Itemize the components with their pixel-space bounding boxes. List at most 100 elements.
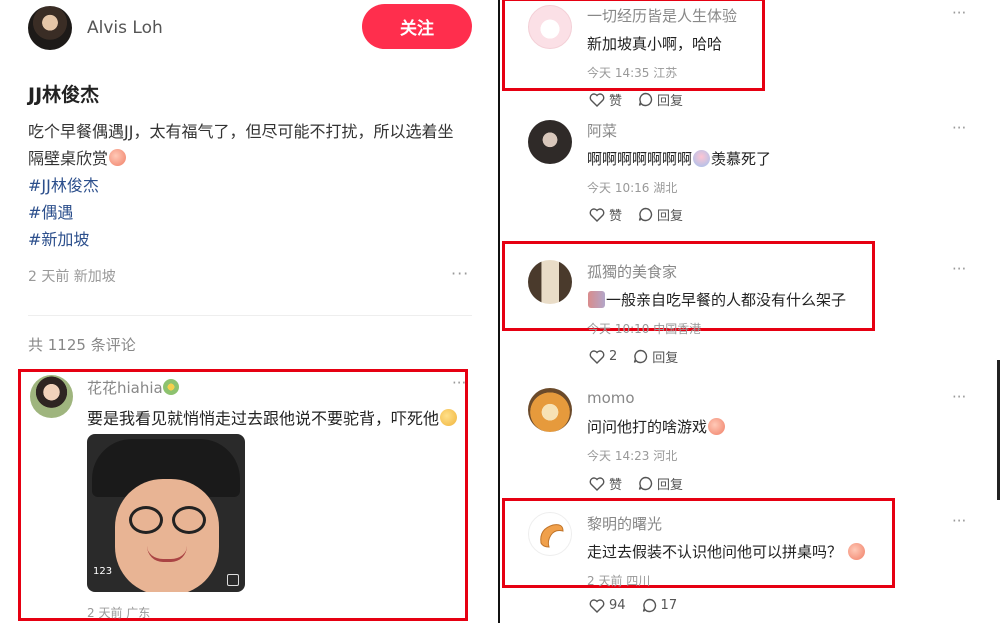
more-options-icon[interactable]: ··· (952, 388, 966, 406)
more-options-icon[interactable]: ··· (451, 264, 469, 283)
comment-text: 问问他打的啥游戏 (587, 416, 726, 437)
book-emoji-icon (588, 291, 605, 308)
author-name[interactable]: Alvis Loh (87, 18, 163, 38)
commenter-avatar[interactable] (528, 260, 572, 304)
hashtag-link[interactable]: #JJ林俊杰 (28, 172, 99, 199)
reply-bubble-icon (634, 349, 648, 364)
more-options-icon[interactable]: ··· (952, 119, 966, 137)
reply-bubble-icon (638, 92, 653, 107)
comment-text: 新加坡真小啊，哈哈 (587, 35, 723, 53)
hashtag-link[interactable]: #偶遇 (28, 199, 99, 226)
like-button[interactable]: 94 (589, 598, 626, 613)
commenter-avatar[interactable] (528, 512, 572, 556)
reply-bubble-icon (638, 207, 653, 222)
comment-text: 啊啊啊啊啊啊啊 羡慕死了 (587, 148, 771, 169)
hashtag-link[interactable]: #新加坡 (28, 226, 99, 253)
reply-button[interactable]: 17 (642, 598, 678, 613)
comment-list-panel: 一切经历皆是人生体验 ··· 新加坡真小啊，哈哈 今天 14:35 江苏 赞 回… (500, 0, 1000, 623)
peach-emoji-icon (708, 418, 726, 435)
comment-time-location: 今天 14:35 江苏 (587, 66, 678, 80)
like-button[interactable]: 赞 (589, 474, 622, 493)
reply-label: 回复 (652, 351, 679, 366)
note-detail-panel: Alvis Loh 关注 JJ林俊杰 吃个早餐偶遇JJ，太有福气了，但尽可能不打… (0, 0, 498, 623)
author-row[interactable]: Alvis Loh (28, 6, 163, 50)
comment-time-location: 2 天前 广东 (87, 606, 151, 620)
commenter-name[interactable]: momo (587, 389, 635, 407)
peach-emoji-icon (848, 543, 866, 560)
reply-bubble-icon (638, 476, 653, 491)
follow-button[interactable]: 关注 (362, 4, 472, 49)
commenter-name[interactable]: 黎明的曙光 (587, 513, 662, 534)
commenter-name-text[interactable]: 花花hiahia (87, 379, 163, 397)
comment-text-content: 走过去假装不认识他问他可以拼桌吗？ (587, 543, 843, 561)
comment-text: 要是我看见就悄悄走过去跟他说不要驼背，吓死他 (87, 405, 458, 429)
flower-badge-icon (162, 379, 179, 395)
expand-icon[interactable] (227, 574, 239, 586)
comment-text-content: 要是我看见就悄悄走过去跟他说不要驼背，吓死他 (87, 409, 440, 428)
reply-count: 17 (660, 598, 678, 613)
croissant-icon (540, 524, 564, 548)
reply-button[interactable]: 回复 (633, 347, 678, 366)
like-button[interactable]: 2 (589, 349, 617, 364)
note-description-text: 吃个早餐偶遇JJ，太有福气了，但尽可能不打扰，所以选着坐隔壁桌欣赏 (28, 122, 454, 168)
commenter-avatar[interactable] (528, 5, 572, 49)
comment-actions: 赞 回复 (589, 474, 699, 493)
commenter-name[interactable]: 阿菜 (587, 120, 617, 141)
comment-actions: 赞 回复 (589, 90, 699, 109)
note-title: JJ林俊杰 (28, 84, 100, 106)
reply-button[interactable]: 回复 (638, 90, 683, 109)
commenter-name[interactable]: 花花hiahia (87, 377, 179, 398)
divider (28, 315, 472, 316)
more-options-icon[interactable]: ··· (452, 374, 466, 392)
author-avatar[interactable] (28, 6, 72, 50)
comment-text-content: 问问他打的啥游戏 (587, 418, 708, 436)
comment-time-location: 今天 10:16 湖北 (587, 181, 678, 195)
like-button[interactable]: 赞 (589, 90, 622, 109)
post-time-location: 2 天前 新加坡 (28, 269, 116, 285)
peach-emoji-icon (109, 149, 127, 166)
envious-emoji-icon (693, 150, 711, 167)
like-count: 2 (609, 349, 618, 364)
image-badge: 123 (93, 566, 113, 577)
comment-text-content: 一般亲自吃早餐的人都没有什么架子 (606, 291, 847, 309)
comment-text-content: 羡慕死了 (711, 150, 772, 168)
like-label: 赞 (609, 478, 623, 493)
more-options-icon[interactable]: ··· (952, 512, 966, 530)
commenter-name[interactable]: 孤獨的美食家 (587, 261, 677, 282)
comment-text: 一般亲自吃早餐的人都没有什么架子 (587, 289, 846, 310)
comment-actions: 94 17 (589, 598, 693, 613)
comment-time-location: 今天 10:10 中国香港 (587, 322, 702, 336)
comment-actions: 2 回复 (589, 347, 694, 366)
like-label: 赞 (609, 209, 623, 224)
reply-label: 回复 (657, 478, 684, 493)
reply-bubble-icon (642, 598, 656, 613)
comment-image[interactable]: 123 (87, 434, 245, 592)
like-button[interactable]: 赞 (589, 205, 622, 224)
comment-time-location: 今天 14:23 河北 (587, 449, 678, 463)
more-options-icon[interactable]: ··· (952, 4, 966, 22)
comment-count: 共 1125 条评论 (28, 336, 136, 354)
comment-time-location: 2 天前 四川 (587, 574, 651, 588)
comment-actions: 赞 回复 (589, 205, 699, 224)
commenter-avatar[interactable] (528, 120, 572, 164)
note-description: 吃个早餐偶遇JJ，太有福气了，但尽可能不打扰，所以选着坐隔壁桌欣赏 (28, 118, 468, 172)
heart-icon (589, 92, 605, 107)
reply-button[interactable]: 回复 (638, 205, 683, 224)
comment-text-content: 啊啊啊啊啊啊啊 (587, 150, 693, 168)
heart-icon (589, 349, 605, 364)
commenter-avatar[interactable] (528, 388, 572, 432)
comment-text: 走过去假装不认识他问他可以拼桌吗？ (587, 541, 866, 562)
reply-button[interactable]: 回复 (638, 474, 683, 493)
hashtag-list: #JJ林俊杰 #偶遇 #新加坡 (28, 172, 99, 253)
heart-icon (589, 598, 605, 613)
heart-icon (589, 207, 605, 222)
like-label: 赞 (609, 94, 623, 109)
scared-emoji-icon (440, 409, 458, 426)
heart-icon (589, 476, 605, 491)
reply-label: 回复 (657, 209, 684, 224)
more-options-icon[interactable]: ··· (952, 260, 966, 278)
reply-label: 回复 (657, 94, 684, 109)
like-count: 94 (609, 598, 626, 613)
commenter-name[interactable]: 一切经历皆是人生体验 (587, 5, 737, 26)
commenter-avatar[interactable] (30, 375, 73, 418)
